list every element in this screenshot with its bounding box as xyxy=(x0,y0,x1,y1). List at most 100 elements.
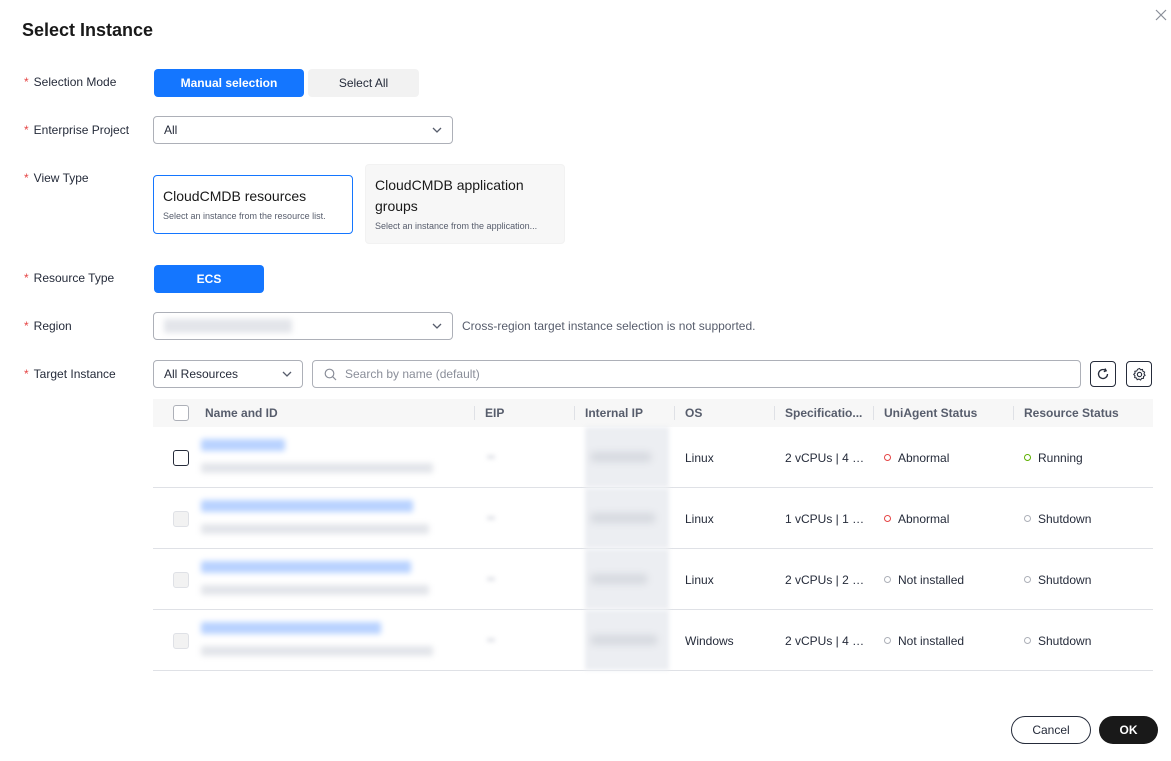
status-dot xyxy=(884,576,891,583)
instance-table: Name and ID EIP Internal IP OS Specifica… xyxy=(153,399,1153,671)
card-title: CloudCMDB application groups xyxy=(375,177,524,214)
instance-id-redacted xyxy=(201,524,429,534)
eip-redacted xyxy=(487,577,495,581)
resource-filter-value: All Resources xyxy=(164,367,239,381)
selection-mode-label: * Selection Mode xyxy=(24,75,117,89)
search-input[interactable] xyxy=(345,367,1080,381)
resource-type-label: * Resource Type xyxy=(24,271,115,285)
status-dot xyxy=(1024,637,1031,644)
eip-redacted xyxy=(487,516,495,520)
eip-redacted xyxy=(487,638,495,642)
column-uniagent-status[interactable]: UniAgent Status xyxy=(874,399,1014,427)
resource-status-cell: Shutdown xyxy=(1014,488,1153,549)
row-checkbox xyxy=(173,572,189,588)
instance-name-redacted xyxy=(201,439,285,451)
row-checkbox[interactable] xyxy=(173,450,189,466)
view-type-card-resources[interactable]: CloudCMDB resources Select an instance f… xyxy=(153,175,353,234)
internal-ip-redacted xyxy=(585,488,669,548)
spec-cell: 2 vCPUs | 4 GiB xyxy=(785,450,865,465)
view-type-card-application-groups[interactable]: CloudCMDB application groups Select an i… xyxy=(365,164,565,244)
search-box[interactable] xyxy=(312,360,1081,388)
internal-ip-redacted xyxy=(585,427,669,487)
enterprise-project-value: All xyxy=(164,123,178,137)
internal-ip-redacted xyxy=(585,610,669,670)
column-resource-status[interactable]: Resource Status xyxy=(1014,399,1153,427)
uniagent-status-cell: Not installed xyxy=(874,610,1014,671)
instance-id-redacted xyxy=(201,463,433,473)
column-internal-ip[interactable]: Internal IP xyxy=(575,399,675,427)
instance-name-redacted xyxy=(201,561,411,573)
required-mark: * xyxy=(24,171,29,185)
close-icon[interactable] xyxy=(1152,8,1170,26)
resource-filter-select[interactable]: All Resources xyxy=(153,360,303,388)
required-mark: * xyxy=(24,367,29,381)
instance-name-redacted xyxy=(201,622,381,634)
instance-name-redacted xyxy=(201,500,413,512)
enterprise-project-label: * Enterprise Project xyxy=(24,123,130,137)
os-cell: Linux xyxy=(685,450,714,465)
refresh-button[interactable] xyxy=(1090,361,1116,387)
spec-cell: 1 vCPUs | 1 GiB xyxy=(785,511,865,526)
required-mark: * xyxy=(24,271,29,285)
enterprise-project-select[interactable]: All xyxy=(153,116,453,144)
resource-type-ecs-button[interactable]: ECS xyxy=(154,265,264,293)
os-cell: Linux xyxy=(685,572,714,587)
status-dot xyxy=(1024,515,1031,522)
os-cell: Linux xyxy=(685,511,714,526)
resource-status-cell: Running xyxy=(1014,427,1153,488)
chevron-down-icon xyxy=(432,127,442,133)
spec-cell: 2 vCPUs | 4 GiB xyxy=(785,633,865,648)
instance-id-redacted xyxy=(201,646,433,656)
table-row[interactable]: Linux 1 vCPUs | 1 GiB Abnormal Shutdown xyxy=(153,488,1153,549)
table-header: Name and ID EIP Internal IP OS Specifica… xyxy=(153,399,1153,427)
spec-cell: 2 vCPUs | 2 GiB xyxy=(785,572,865,587)
manual-selection-button[interactable]: Manual selection xyxy=(154,69,304,97)
region-hint: Cross-region target instance selection i… xyxy=(462,319,756,333)
resource-status-cell: Shutdown xyxy=(1014,610,1153,671)
row-checkbox xyxy=(173,633,189,649)
os-cell: Windows xyxy=(685,633,734,648)
clipped-link xyxy=(268,683,418,689)
select-all-button[interactable]: Select All xyxy=(308,69,419,97)
chevron-down-icon xyxy=(282,371,292,377)
column-eip[interactable]: EIP xyxy=(475,399,575,427)
region-label: * Region xyxy=(24,319,72,333)
view-type-label: * View Type xyxy=(24,171,89,185)
resource-status-cell: Shutdown xyxy=(1014,549,1153,610)
table-row[interactable]: Windows 2 vCPUs | 4 GiB Not installed Sh… xyxy=(153,610,1153,671)
select-all-checkbox[interactable] xyxy=(173,405,189,421)
status-dot xyxy=(884,515,891,522)
status-dot xyxy=(1024,576,1031,583)
cancel-button[interactable]: Cancel xyxy=(1011,716,1091,744)
uniagent-status-cell: Abnormal xyxy=(874,488,1014,549)
instance-id-redacted xyxy=(201,585,429,595)
status-dot xyxy=(884,454,891,461)
clipped-link-marks xyxy=(268,688,418,689)
region-select[interactable] xyxy=(153,312,453,340)
status-dot xyxy=(884,637,891,644)
required-mark: * xyxy=(24,319,29,333)
column-os[interactable]: OS xyxy=(675,399,775,427)
settings-button[interactable] xyxy=(1126,361,1152,387)
chevron-down-icon xyxy=(432,323,442,329)
card-desc: Select an instance from the resource lis… xyxy=(163,211,326,221)
column-specification[interactable]: Specificatio... xyxy=(775,399,873,427)
required-mark: * xyxy=(24,75,29,89)
target-instance-label: * Target Instance xyxy=(24,367,116,381)
ok-button[interactable]: OK xyxy=(1099,716,1158,744)
column-name-id[interactable]: Name and ID xyxy=(195,399,475,427)
table-row[interactable]: Linux 2 vCPUs | 2 GiB Not installed Shut… xyxy=(153,549,1153,610)
gear-icon xyxy=(1132,367,1146,381)
uniagent-status-cell: Not installed xyxy=(874,549,1014,610)
search-icon xyxy=(324,368,337,381)
row-checkbox xyxy=(173,511,189,527)
table-row[interactable]: Linux 2 vCPUs | 4 GiB Abnormal Running xyxy=(153,427,1153,488)
status-dot xyxy=(1024,454,1031,461)
region-value-redacted xyxy=(164,319,292,333)
refresh-icon xyxy=(1097,368,1109,380)
eip-redacted xyxy=(487,455,495,459)
card-desc: Select an instance from the application.… xyxy=(375,221,538,231)
required-mark: * xyxy=(24,123,29,137)
internal-ip-redacted xyxy=(585,549,669,609)
dialog-title: Select Instance xyxy=(22,20,154,40)
